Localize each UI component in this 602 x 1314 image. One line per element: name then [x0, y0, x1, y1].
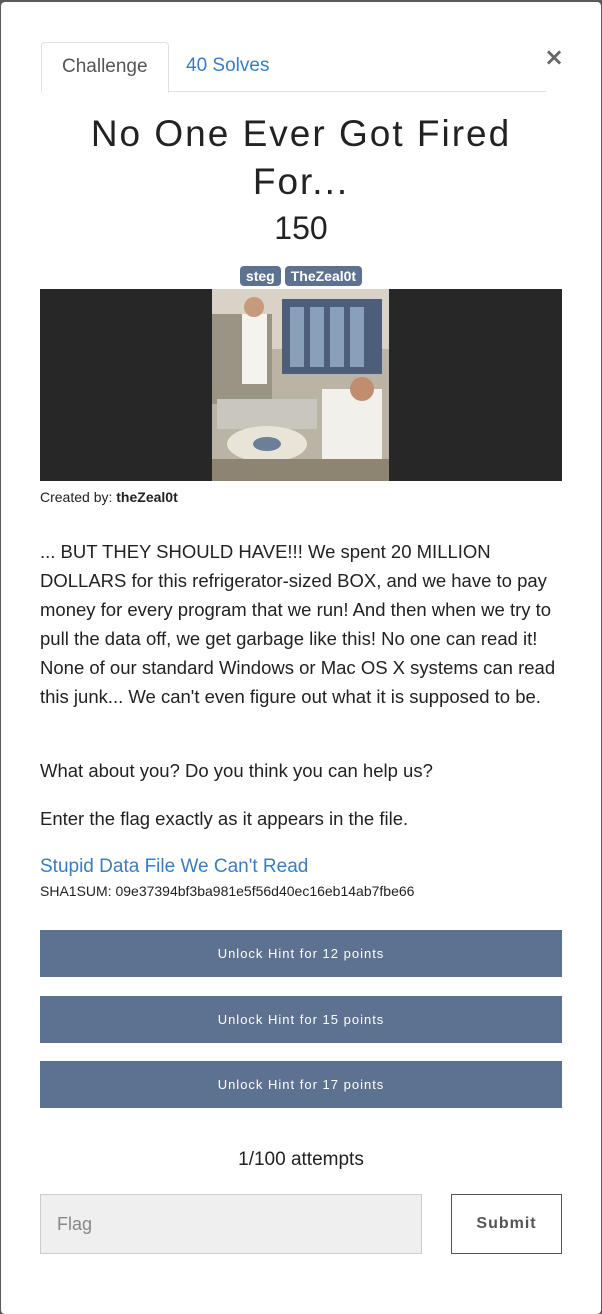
created-by: Created by: theZeal0t [40, 489, 178, 505]
tab-challenge[interactable]: Challenge [41, 42, 169, 93]
challenge-question: What about you? Do you think you can hel… [40, 760, 433, 781]
challenge-image-frame [40, 289, 562, 481]
challenge-instruction: Enter the flag exactly as it appears in … [40, 808, 409, 829]
sha1-checksum: SHA1SUM: 09e37394bf3ba981e5f56d40ec16eb1… [40, 883, 415, 899]
close-icon[interactable]: × [544, 44, 564, 70]
challenge-title: No One Ever Got Fired For... [90, 113, 512, 202]
submit-button[interactable]: Submit [451, 1194, 562, 1254]
tab-bar: Challenge 40 Solves [41, 42, 546, 93]
challenge-description: ... BUT THEY SHOULD HAVE!!! We spent 20 … [40, 541, 556, 707]
unlock-hint-button[interactable]: Unlock Hint for 15 points [40, 996, 562, 1043]
download-file-link[interactable]: Stupid Data File We Can't Read [40, 856, 308, 878]
mainframe-photo [212, 289, 389, 481]
attempts-counter: 1/100 attempts [238, 1149, 364, 1170]
flag-input[interactable] [40, 1194, 422, 1254]
tab-solves[interactable]: 40 Solves [166, 42, 289, 92]
tag-list: steg TheZeal0t [0, 266, 602, 286]
tag-badge: steg [239, 266, 281, 286]
author-name: theZeal0t [116, 489, 178, 505]
unlock-hint-button[interactable]: Unlock Hint for 17 points [40, 1061, 562, 1108]
created-by-label: Created by: [40, 489, 113, 505]
tag-badge: TheZeal0t [284, 266, 363, 286]
challenge-points: 150 [274, 210, 328, 246]
unlock-hint-button[interactable]: Unlock Hint for 12 points [40, 930, 562, 977]
